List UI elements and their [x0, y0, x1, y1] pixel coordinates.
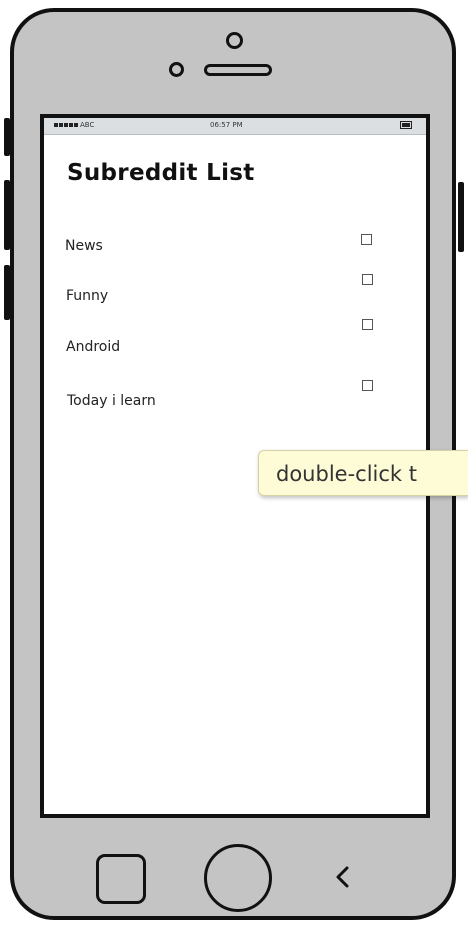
volume-up-button: [4, 180, 10, 250]
page-title: Subreddit List: [67, 160, 255, 186]
status-bar: ABC 06:57 PM: [44, 118, 426, 135]
status-time: 06:57 PM: [210, 121, 243, 129]
volume-down-button: [4, 265, 10, 320]
list-item-news[interactable]: News: [65, 238, 103, 254]
power-button: [458, 182, 464, 252]
mute-switch: [4, 118, 10, 156]
list-item-today-i-learn[interactable]: Today i learn: [67, 393, 156, 409]
back-chevron-icon[interactable]: [330, 850, 360, 900]
checkbox-android[interactable]: [362, 319, 373, 330]
checkbox-funny[interactable]: [362, 274, 373, 285]
carrier-label: ABC: [80, 121, 95, 129]
camera-icon: [226, 32, 243, 49]
sensor-icon: [169, 62, 184, 77]
home-circle-icon[interactable]: [204, 844, 272, 912]
battery-icon: [400, 121, 412, 129]
edit-hint-tooltip: double-click t: [258, 450, 468, 496]
list-item-funny[interactable]: Funny: [66, 288, 108, 304]
checkbox-today-i-learn[interactable]: [362, 380, 373, 391]
signal-icon: [54, 123, 78, 127]
checkbox-news[interactable]: [361, 234, 372, 245]
speaker-icon: [204, 64, 272, 76]
square-icon[interactable]: [96, 854, 146, 904]
list-item-android[interactable]: Android: [66, 339, 120, 355]
